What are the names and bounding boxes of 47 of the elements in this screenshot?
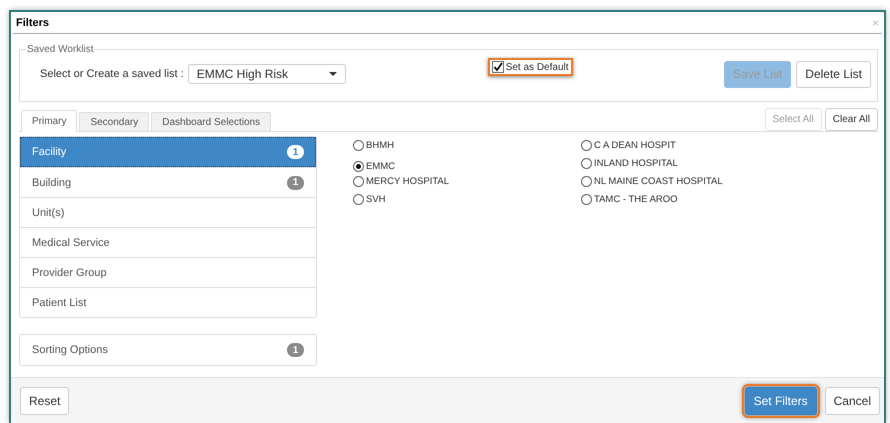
list-item[interactable]: Building 1 (20, 167, 316, 197)
saved-list-dropdown[interactable]: EMMC High Risk (188, 64, 346, 84)
radio-option[interactable]: INLAND HOSPITAL (581, 156, 678, 171)
radio-icon[interactable] (581, 140, 592, 151)
item-label: Provider Group (32, 266, 107, 278)
radio-option[interactable]: SVH (353, 192, 386, 207)
item-label: Sorting Options (32, 344, 108, 356)
count-badge: 1 (287, 343, 304, 357)
set-default-checkbox[interactable]: Set as Default (488, 58, 572, 76)
radio-icon[interactable] (353, 176, 364, 187)
radio-icon[interactable] (581, 176, 592, 187)
tab[interactable]: Dashboard Selections (151, 112, 272, 131)
radio-option[interactable]: C A DEAN HOSPIT (581, 138, 676, 153)
panel-legend: Saved Worklist (26, 44, 95, 55)
caret-icon (328, 72, 337, 76)
tab[interactable]: Secondary (79, 112, 150, 131)
field-label: Select or Create a saved list : (40, 68, 184, 80)
radio-icon[interactable] (353, 161, 364, 172)
radio-icon[interactable] (353, 140, 364, 151)
item-label: Facility (32, 146, 66, 158)
radio-icon[interactable] (353, 194, 364, 205)
radio-option[interactable]: NL MAINE COAST HOSPITAL (581, 174, 723, 189)
radio-option[interactable]: EMMC (353, 159, 396, 174)
item-label: Unit(s) (32, 206, 64, 218)
list-item[interactable]: Unit(s) (20, 197, 316, 227)
radio-option[interactable]: TAMC - THE AROO (581, 192, 678, 207)
tab[interactable]: Primary (21, 110, 78, 132)
list-item[interactable]: Sorting Options 1 (20, 335, 316, 365)
radio-icon[interactable] (581, 158, 592, 169)
button[interactable]: Clear All (824, 108, 878, 131)
radio-option[interactable]: BHMH (353, 138, 394, 153)
list-item[interactable]: Patient List (20, 287, 316, 317)
radio-option[interactable]: MERCY HOSPITAL (353, 174, 450, 189)
item-label: Building (32, 176, 72, 188)
count-badge: 1 (287, 176, 304, 190)
count-badge: 1 (287, 145, 304, 159)
item-label: Medical Service (32, 236, 110, 248)
list-item[interactable]: Provider Group (20, 257, 316, 287)
item-label: Patient List (32, 296, 86, 308)
button[interactable]: Reset (20, 386, 70, 414)
dialog-title: Filters (16, 16, 50, 28)
radio-icon[interactable] (581, 194, 592, 205)
button[interactable]: Delete List (796, 60, 871, 88)
button[interactable]: Cancel (824, 386, 880, 414)
list-item[interactable]: Medical Service (20, 227, 316, 257)
list-item[interactable]: Facility 1 (20, 137, 316, 167)
checkbox-icon[interactable] (492, 61, 504, 73)
